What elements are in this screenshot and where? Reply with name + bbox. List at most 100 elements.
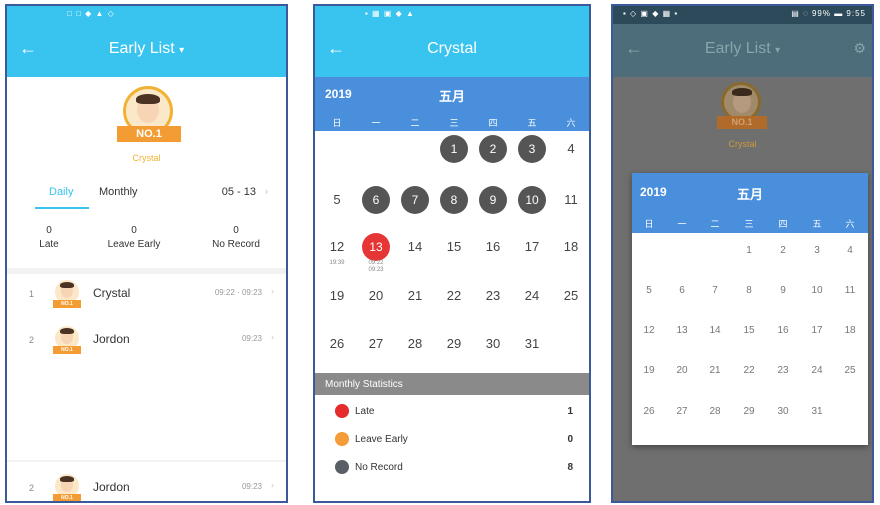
calendar-day[interactable]: 6	[667, 285, 697, 296]
calendar-day[interactable]: 9	[768, 285, 798, 296]
calendar-day[interactable]: 14	[700, 325, 730, 336]
calendar-month: 五月	[736, 187, 763, 202]
weekday-label: 二	[410, 118, 420, 128]
title-bar: ← Early List ▾ ⚙	[613, 24, 872, 77]
calendar-day[interactable]: 11	[835, 285, 865, 296]
weekday-label: 四	[488, 118, 498, 128]
calendar-day[interactable]: 21	[700, 365, 730, 376]
calendar-day[interactable]: 1	[734, 245, 764, 256]
calendar-day[interactable]: 1	[440, 135, 468, 163]
calendar-day[interactable]: 12	[634, 325, 664, 336]
calendar-day[interactable]: 2	[479, 135, 507, 163]
calendar-day[interactable]: 5	[634, 285, 664, 296]
monthly-statistics-header: Monthly Statistics	[315, 373, 589, 395]
section-divider	[7, 268, 286, 274]
calendar-day[interactable]: 20	[667, 365, 697, 376]
calendar-day[interactable]: 22	[734, 365, 764, 376]
tab-daily[interactable]: Daily	[49, 186, 73, 198]
rank-number: 1	[29, 289, 35, 299]
calendar-day[interactable]: 25	[557, 282, 585, 310]
rank-number: 2	[29, 483, 35, 493]
legend-label: No Record	[355, 462, 403, 473]
calendar-day[interactable]: 20	[362, 282, 390, 310]
legend-row-leave-early: Leave Early 0	[315, 428, 589, 452]
weekday-label: 五	[812, 219, 822, 229]
calendar-day[interactable]: 7	[401, 186, 429, 214]
calendar-day[interactable]: 8	[734, 285, 764, 296]
calendar-day[interactable]: 17	[802, 325, 832, 336]
calendar-day[interactable]: 25	[835, 365, 865, 376]
mini-rank-badge: NO.1	[53, 494, 81, 501]
calendar-day[interactable]: 16	[768, 325, 798, 336]
calendar-day[interactable]: 18	[557, 233, 585, 261]
calendar-day[interactable]: 23	[768, 365, 798, 376]
calendar-day[interactable]: 13	[667, 325, 697, 336]
calendar-day[interactable]: 26	[634, 406, 664, 417]
gear-icon[interactable]: ⚙	[853, 40, 866, 57]
calendar-day[interactable]: 21	[401, 282, 429, 310]
list-item[interactable]: 2 NO.1 Jordon 09:23 ›	[7, 470, 286, 501]
calendar-day[interactable]: 6	[362, 186, 390, 214]
calendar-day[interactable]: 15	[440, 233, 468, 261]
calendar-day[interactable]: 29	[440, 330, 468, 358]
legend-row-no-record: No Record 8	[315, 456, 589, 480]
calendar-day[interactable]: 26	[323, 330, 351, 358]
chevron-right-icon: ›	[271, 332, 274, 342]
date-selector[interactable]: 05 - 13	[222, 186, 256, 198]
calendar-day[interactable]: 7	[700, 285, 730, 296]
calendar-day[interactable]: 27	[667, 406, 697, 417]
calendar-day[interactable]: 15	[734, 325, 764, 336]
calendar-day[interactable]: 19	[323, 282, 351, 310]
calendar-day[interactable]: 11	[557, 186, 585, 214]
page-title: Early List	[108, 40, 175, 57]
calendar-day[interactable]: 16	[479, 233, 507, 261]
page-title: Early List	[704, 40, 771, 57]
calendar-day[interactable]: 9	[479, 186, 507, 214]
active-tab-indicator	[35, 207, 89, 209]
list-item[interactable]: 1 NO.1 Crystal 09:22 · 09:23 ›	[7, 276, 286, 316]
user-name: Crystal	[93, 286, 131, 300]
calendar-day[interactable]: 23	[479, 282, 507, 310]
calendar-day[interactable]: 30	[768, 406, 798, 417]
calendar-day[interactable]: 8	[440, 186, 468, 214]
calendar-day[interactable]: 28	[401, 330, 429, 358]
calendar-day[interactable]: 4	[557, 135, 585, 163]
calendar-day[interactable]: 3	[518, 135, 546, 163]
calendar-day[interactable]: 28	[700, 406, 730, 417]
calendar-day[interactable]: 18	[835, 325, 865, 336]
calendar-day[interactable]: 30	[479, 330, 507, 358]
calendar-day[interactable]: 12	[323, 233, 351, 261]
calendar-day[interactable]: 31	[802, 406, 832, 417]
calendar-day[interactable]: 19	[634, 365, 664, 376]
avatar-hair	[60, 476, 74, 482]
calendar-day[interactable]: 24	[802, 365, 832, 376]
calendar-day[interactable]: 3	[802, 245, 832, 256]
calendar-day[interactable]: 5	[323, 186, 351, 214]
calendar-day[interactable]: 29	[734, 406, 764, 417]
calendar-day[interactable]: 10	[518, 186, 546, 214]
page-title-dropdown[interactable]: Early List ▾	[7, 40, 286, 58]
check-times: 09:23	[241, 482, 262, 491]
avatar-hair	[136, 94, 160, 104]
calendar-day[interactable]: 22	[440, 282, 468, 310]
date-picker-dialog: 2019 五月 日一二三四五六 1 2 3 4 5 6 7 8 9 10 11 12 13 14 15 16 1…	[632, 173, 868, 445]
stat-leave-early-value: 0	[131, 225, 137, 236]
legend-value: 0	[567, 434, 573, 445]
calendar-day[interactable]: 4	[835, 245, 865, 256]
status-bar: ▪ ◇ ▣ ◆ ▦ ▪ ▤ ◌ 99% ▬ 9:55	[613, 6, 872, 24]
calendar-day[interactable]: 13	[362, 233, 390, 261]
list-item[interactable]: 2 NO.1 Jordon 09:23 ›	[7, 322, 286, 362]
calendar-day[interactable]: 17	[518, 233, 546, 261]
calendar-day[interactable]: 27	[362, 330, 390, 358]
weekday-label: 三	[449, 118, 459, 128]
calendar-day[interactable]: 24	[518, 282, 546, 310]
page-title-dropdown[interactable]: Early List ▾	[613, 40, 872, 58]
calendar-day[interactable]: 10	[802, 285, 832, 296]
calendar-day[interactable]: 31	[518, 330, 546, 358]
status-icons: ▪ ▦ ▣ ◆ ▲	[365, 9, 415, 18]
champion-name: Crystal	[728, 139, 757, 149]
calendar-day[interactable]: 14	[401, 233, 429, 261]
status-icons-left: ▪ ◇ ▣ ◆ ▦ ▪	[623, 9, 679, 18]
calendar-day[interactable]: 2	[768, 245, 798, 256]
tab-monthly[interactable]: Monthly	[99, 186, 138, 198]
